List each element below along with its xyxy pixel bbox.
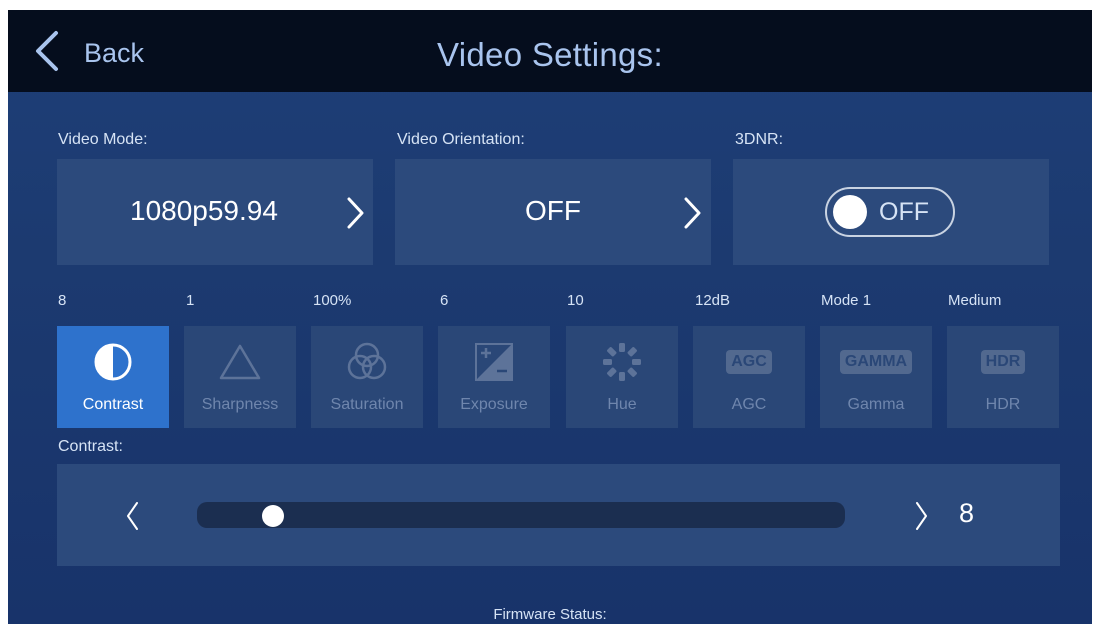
hue-value: 10 [567,292,584,309]
video-orientation-value: OFF [525,195,581,226]
gamma-value: Mode 1 [821,292,872,309]
3dnr-state: OFF [879,198,929,226]
exposure-icon [438,340,550,384]
sharpness-icon [184,340,296,384]
contrast-icon [57,340,169,384]
increase-button[interactable] [907,498,935,534]
tile-label-sharpness: Sharpness [201,396,279,413]
toggle-knob [833,195,867,229]
3dnr-card: OFF [733,159,1049,265]
video-mode-label: Video Mode: [58,131,148,148]
slider-label: Contrast: [58,438,123,455]
3dnr-toggle[interactable]: OFF [825,187,955,237]
agc-icon: AGC [693,340,805,384]
video-orientation-label: Video Orientation: [397,131,525,148]
hdr-icon: HDR [947,340,1059,384]
chevron-right-icon [684,197,701,229]
tile-label-saturation: Saturation [330,396,404,413]
hdr-badge: HDR [980,350,1026,374]
tile-agc[interactable]: AGC AGC [693,326,805,428]
chevron-right-icon [916,502,927,530]
decrease-button[interactable] [119,498,147,534]
contrast-value: 8 [58,292,67,309]
gamma-badge: GAMMA [839,350,913,374]
tile-sharpness[interactable]: Sharpness [184,326,296,428]
tile-label-exposure: Exposure [460,396,528,413]
saturation-icon [311,340,423,384]
tile-hue[interactable]: Hue [566,326,678,428]
gamma-icon: GAMMA [820,340,932,384]
contrast-slider-panel: 8 [57,464,1060,566]
tile-contrast[interactable]: Contrast [57,326,169,428]
tile-label-agc: AGC [731,396,767,413]
page-title: Video Settings: [437,36,663,73]
chevron-left-icon [127,502,138,530]
video-mode-value: 1080p59.94 [130,195,278,226]
tile-label-contrast: Contrast [82,396,144,413]
sharpness-value: 1 [186,292,195,309]
saturation-value: 100% [313,292,352,309]
slider-value: 8 [959,498,975,528]
video-orientation-selector[interactable]: OFF [395,159,711,265]
tile-label-hdr: HDR [985,396,1021,413]
top-bar: Back Video Settings: [8,10,1092,92]
3dnr-label: 3DNR: [735,131,784,148]
tile-hdr[interactable]: HDR HDR [947,326,1059,428]
tile-label-gamma: Gamma [847,396,905,413]
video-mode-selector[interactable]: 1080p59.94 [57,159,373,265]
agc-value: 12dB [695,292,731,309]
contrast-slider-track[interactable] [197,502,845,528]
agc-badge: AGC [726,350,772,374]
hue-icon [566,340,678,384]
tile-saturation[interactable]: Saturation [311,326,423,428]
tile-gamma[interactable]: GAMMA Gamma [820,326,932,428]
contrast-slider-thumb[interactable] [262,505,284,527]
tile-label-hue: Hue [607,396,637,413]
tile-exposure[interactable]: Exposure [438,326,550,428]
exposure-value: 6 [440,292,449,309]
firmware-status-label: Firmware Status: [493,606,607,623]
hdr-value: Medium [948,292,1002,309]
chevron-right-icon [347,197,364,229]
video-settings-screen: Back Video Settings: Video Mode: Video O… [8,10,1092,624]
